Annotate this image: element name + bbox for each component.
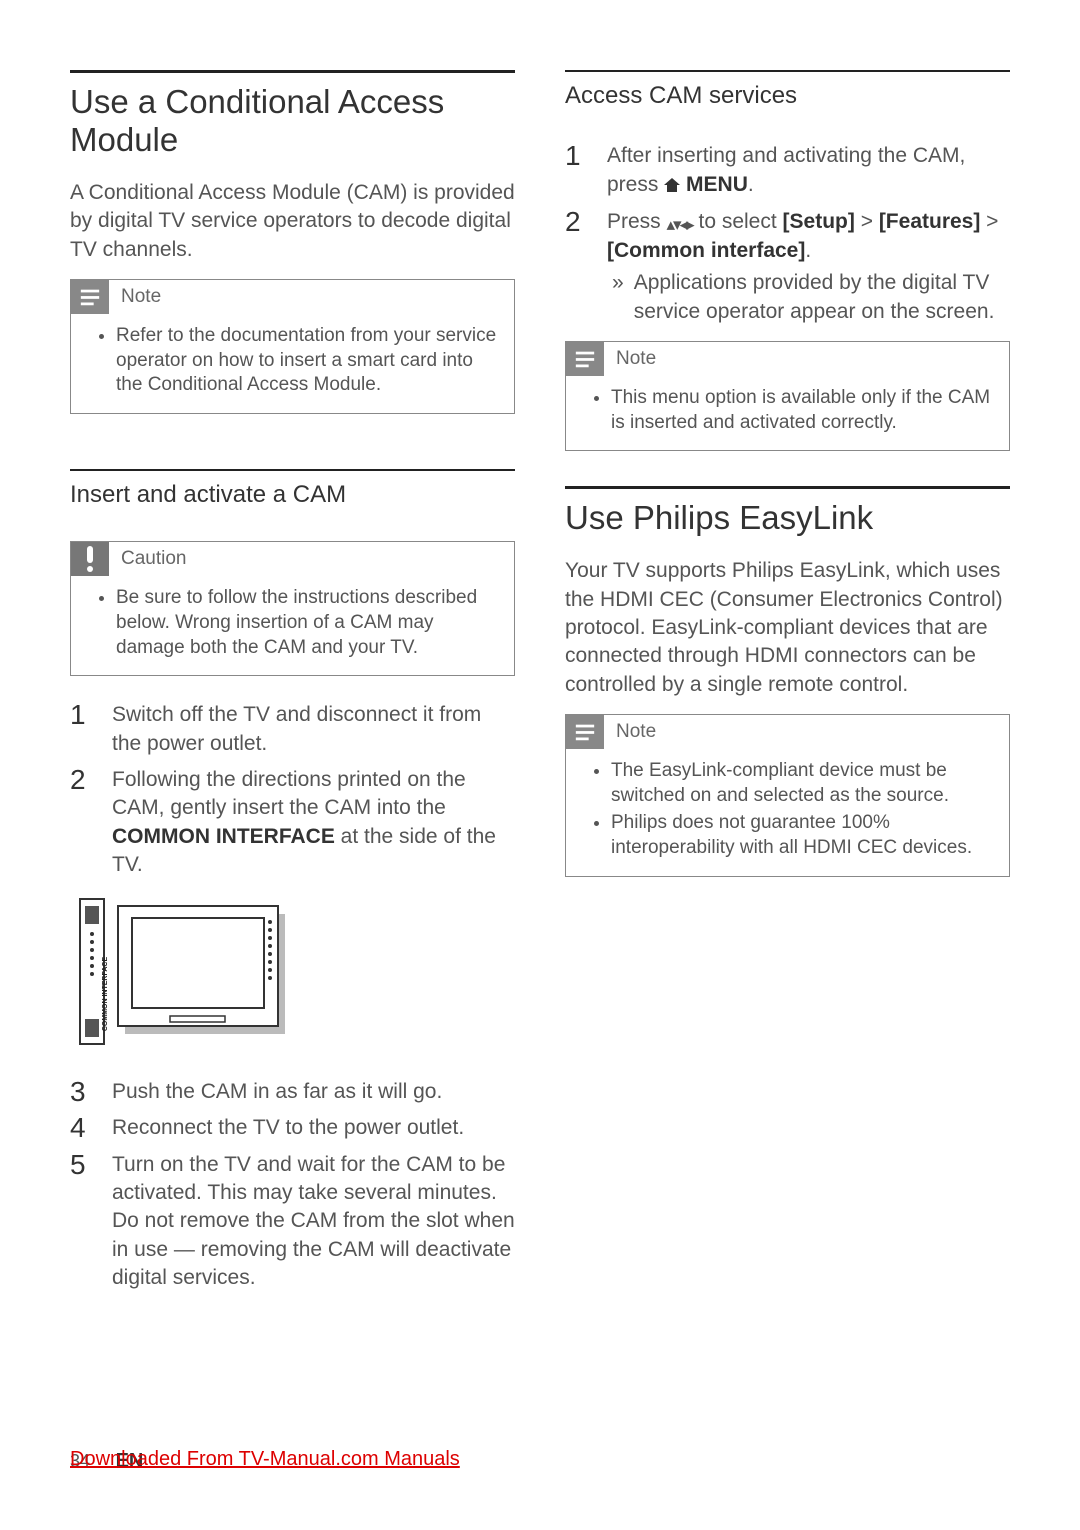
heading-insert-cam: Insert and activate a CAM: [70, 469, 515, 511]
step-item: 2 Press ▴▾◂▸ to select [Setup] > [Featur…: [565, 208, 1010, 326]
step-result: » Applications provided by the digital T…: [607, 269, 1010, 326]
note-item: Philips does not guarantee 100% interope…: [611, 811, 994, 860]
step-number: 4: [70, 1114, 92, 1142]
note-list: This menu option is available only if th…: [581, 386, 994, 435]
note-label: Note: [616, 720, 656, 745]
step-text: Press ▴▾◂▸ to select [Setup] > [Features…: [607, 208, 1010, 326]
step-item: 1 Switch off the TV and disconnect it fr…: [70, 701, 515, 758]
caution-item: Be sure to follow the instructions descr…: [116, 586, 499, 660]
right-column: Access CAM services 1 After inserting an…: [565, 70, 1010, 1307]
note-box: Note Refer to the documentation from you…: [70, 279, 515, 414]
caution-label: Caution: [121, 547, 187, 572]
step-post: .: [805, 239, 811, 262]
step-item: 5 Turn on the TV and wait for the CAM to…: [70, 1151, 515, 1293]
step-text: Turn on the TV and wait for the CAM to b…: [112, 1151, 515, 1293]
left-column: Use a Conditional Access Module A Condit…: [70, 70, 515, 1307]
tv-diagram: COMMON INTERFACE: [70, 894, 515, 1057]
heading-conditional-access: Use a Conditional Access Module: [70, 70, 515, 159]
note-item: Refer to the documentation from your ser…: [116, 324, 499, 398]
heading-easylink: Use Philips EasyLink: [565, 486, 1010, 537]
note-item: The EasyLink-compliant device must be sw…: [611, 759, 994, 808]
step-post: .: [748, 173, 754, 196]
arrows-icon: ▴▾◂▸: [667, 214, 693, 237]
caution-box: Caution Be sure to follow the instructio…: [70, 541, 515, 676]
note-icon: [566, 715, 604, 749]
step-number: 1: [70, 701, 92, 729]
page-content: Use a Conditional Access Module A Condit…: [0, 0, 1080, 1307]
steps-access: 1 After inserting and activating the CAM…: [565, 142, 1010, 326]
download-link[interactable]: Downloaded From TV-Manual.com Manuals: [70, 1446, 460, 1473]
step-text: Following the directions printed on the …: [112, 766, 515, 879]
home-icon: [664, 172, 680, 200]
step-text: After inserting and activating the CAM, …: [607, 142, 1010, 200]
easylink-intro: Your TV supports Philips EasyLink, which…: [565, 557, 1010, 699]
sep: >: [855, 210, 879, 233]
step-number: 5: [70, 1151, 92, 1179]
step-strong: MENU: [680, 173, 748, 196]
page-footer: 34 EN Downloaded From TV-Manual.com Manu…: [70, 1448, 143, 1475]
note-list: The EasyLink-compliant device must be sw…: [581, 759, 994, 861]
caution-header: Caution: [71, 542, 514, 576]
caution-icon: [71, 542, 109, 576]
diagram-slot-label: COMMON INTERFACE: [102, 957, 109, 1032]
step-s3: [Common interface]: [607, 239, 805, 262]
caution-list: Be sure to follow the instructions descr…: [86, 586, 499, 660]
note-box: Note This menu option is available only …: [565, 341, 1010, 451]
steps-list-a: 1 Switch off the TV and disconnect it fr…: [70, 701, 515, 879]
step-number: 2: [565, 208, 587, 236]
step-mid: to select: [693, 210, 783, 233]
step-text: Switch off the TV and disconnect it from…: [112, 701, 515, 758]
heading-access-cam: Access CAM services: [565, 70, 1010, 112]
step-text: Reconnect the TV to the power outlet.: [112, 1114, 515, 1142]
intro-text: A Conditional Access Module (CAM) is pro…: [70, 179, 515, 264]
note-icon: [566, 342, 604, 376]
result-text: Applications provided by the digital TV …: [634, 269, 1010, 326]
note-box: Note The EasyLink-compliant device must …: [565, 714, 1010, 877]
step-item: 1 After inserting and activating the CAM…: [565, 142, 1010, 200]
step-text: Push the CAM in as far as it will go.: [112, 1078, 515, 1106]
step-pre: Press: [607, 210, 667, 233]
result-marker-icon: »: [612, 269, 624, 326]
step-strong: COMMON INTERFACE: [112, 825, 335, 848]
sep: >: [980, 210, 998, 233]
note-icon: [71, 280, 109, 314]
note-header: Note: [71, 280, 514, 314]
note-label: Note: [616, 347, 656, 372]
step-number: 1: [565, 142, 587, 170]
note-item: This menu option is available only if th…: [611, 386, 994, 435]
step-item: 3 Push the CAM in as far as it will go.: [70, 1078, 515, 1106]
step-item: 4 Reconnect the TV to the power outlet.: [70, 1114, 515, 1142]
step-pre: Following the directions printed on the …: [112, 768, 466, 819]
note-label: Note: [121, 285, 161, 310]
steps-list-b: 3 Push the CAM in as far as it will go. …: [70, 1078, 515, 1292]
step-s1: [Setup]: [783, 210, 855, 233]
note-header: Note: [566, 715, 1009, 749]
note-list: Refer to the documentation from your ser…: [86, 324, 499, 398]
step-item: 2 Following the directions printed on th…: [70, 766, 515, 879]
step-number: 2: [70, 766, 92, 794]
note-header: Note: [566, 342, 1009, 376]
step-pre: After inserting and activating the CAM, …: [607, 144, 965, 195]
step-number: 3: [70, 1078, 92, 1106]
step-s2: [Features]: [879, 210, 981, 233]
